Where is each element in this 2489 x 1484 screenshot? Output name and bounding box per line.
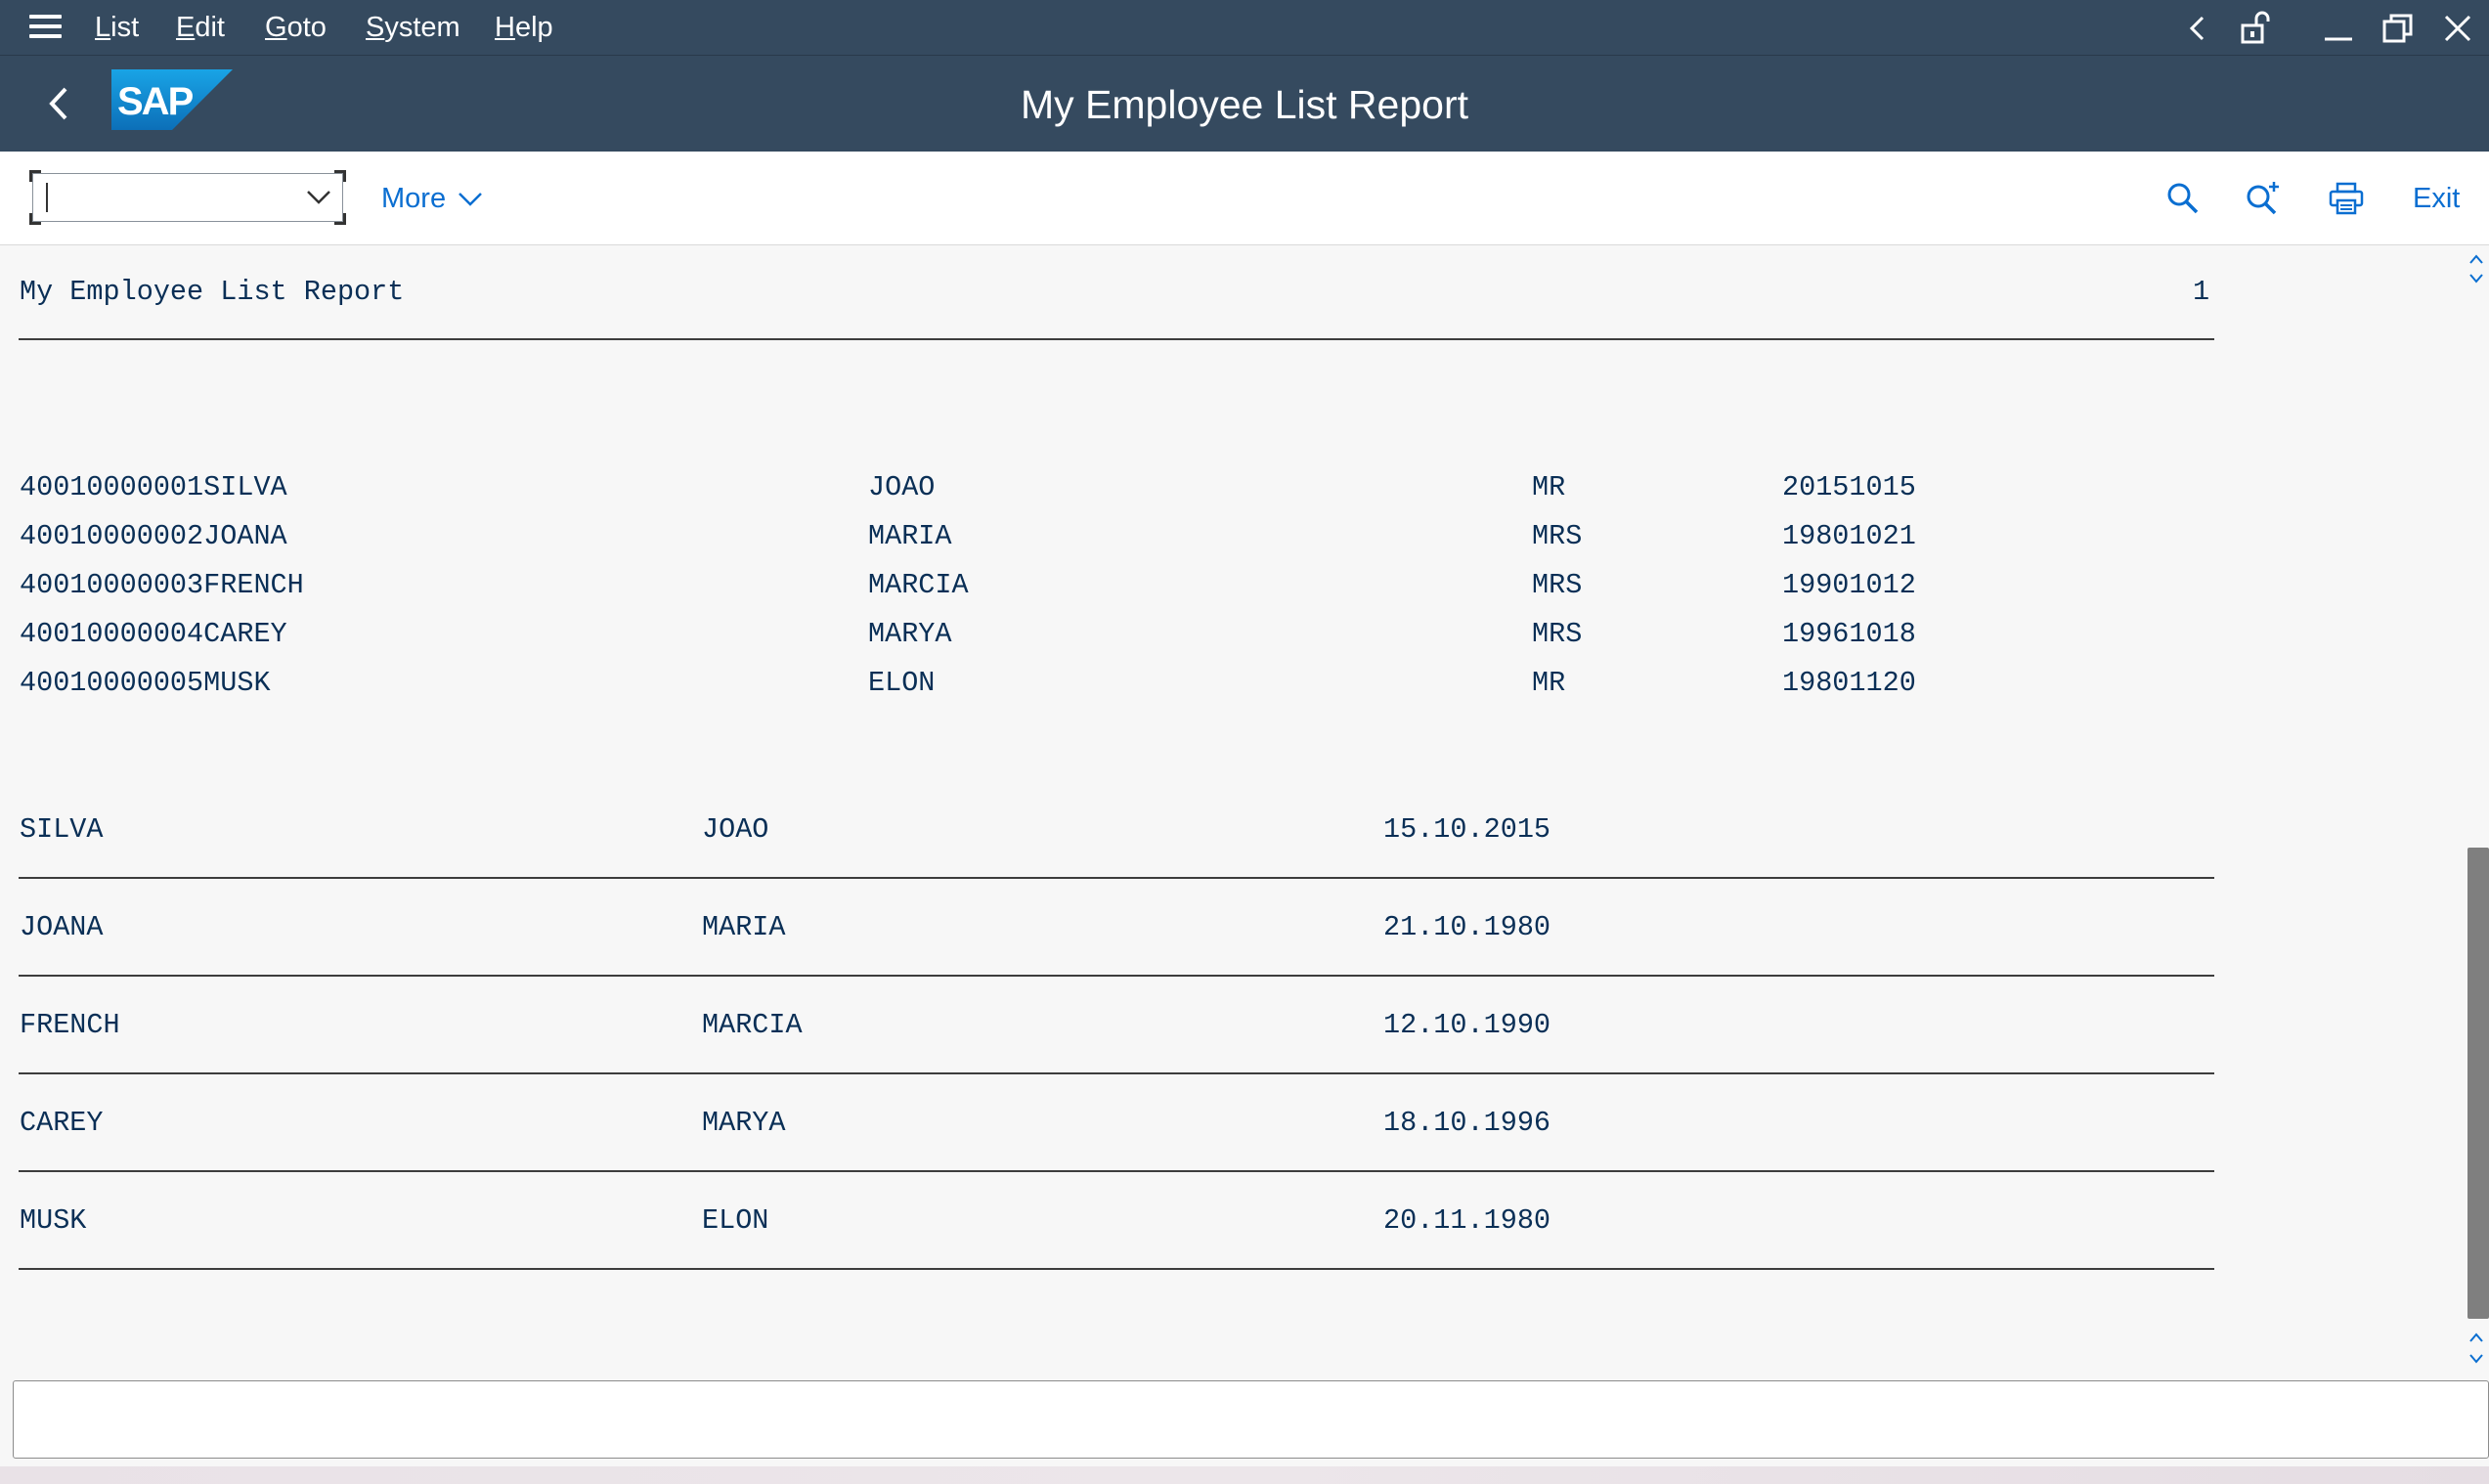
print-icon (2329, 182, 2364, 215)
raw-id-name: 40010000002JOANA (20, 520, 287, 552)
hamburger-menu-icon[interactable] (29, 15, 62, 39)
first-name: JOAO (702, 813, 769, 846)
restore-icon[interactable] (2374, 0, 2423, 56)
row-divider (19, 975, 2214, 977)
row-divider (19, 1170, 2214, 1172)
search-next-icon (2247, 182, 2279, 215)
last-name: SILVA (20, 813, 104, 846)
birth-date: 18.10.1996 (1383, 1107, 1551, 1139)
raw-id-name: 40010000005MUSK (20, 667, 271, 699)
last-name: JOANA (20, 911, 104, 943)
scroll-page-down-icon[interactable] (2467, 1348, 2486, 1368)
menu-item-goto[interactable]: Goto (265, 10, 327, 45)
scroll-up-icon[interactable] (2467, 250, 2486, 270)
page-title: My Employee List Report (1020, 82, 1468, 127)
search-icon (2167, 183, 2199, 214)
birth-date: 21.10.1980 (1383, 911, 1551, 943)
last-name: CAREY (20, 1107, 104, 1139)
birth-date: 20.11.1980 (1383, 1204, 1551, 1237)
last-name: MUSK (20, 1204, 87, 1237)
raw-date: 19901012 (1782, 569, 1916, 601)
first-name: ELON (702, 1204, 769, 1237)
command-field[interactable] (29, 170, 346, 225)
title-bar: SAP My Employee List Report (0, 56, 2489, 152)
raw-id-name: 40010000003FRENCH (20, 569, 304, 601)
exit-button[interactable]: Exit (2413, 181, 2460, 216)
menu-item-system[interactable]: System (366, 10, 460, 45)
more-label: More (381, 183, 447, 214)
row-divider (19, 1268, 2214, 1270)
row-divider (19, 1072, 2214, 1074)
close-icon[interactable] (2433, 0, 2482, 56)
lock-icon[interactable] (2232, 0, 2281, 56)
first-name: MARCIA (702, 1009, 803, 1041)
menu-item-list[interactable]: List (95, 10, 139, 45)
status-bar (13, 1380, 2489, 1459)
birth-date: 12.10.1990 (1383, 1009, 1551, 1041)
raw-id-name: 40010000001SILVA (20, 471, 287, 503)
scroll-down-icon[interactable] (2467, 268, 2486, 287)
scroll-thumb[interactable] (2467, 848, 2489, 1319)
first-name: MARIA (702, 911, 786, 943)
chevron-down-icon (458, 193, 482, 206)
raw-date: 19801120 (1782, 667, 1916, 699)
search-button[interactable] (2162, 177, 2205, 220)
collapse-chevron-icon[interactable] (2173, 0, 2222, 56)
raw-title: MR (1532, 667, 1566, 699)
raw-title: MRS (1532, 569, 1583, 601)
raw-date: 20151015 (1782, 471, 1916, 503)
report-title: My Employee List Report (20, 276, 405, 308)
raw-first-name: ELON (868, 667, 936, 699)
scroll-page-up-icon[interactable] (2467, 1329, 2486, 1348)
application-toolbar: More Exit (0, 152, 2489, 245)
menu-item-edit[interactable]: Edit (176, 10, 225, 45)
header-divider (19, 338, 2214, 340)
search-next-button[interactable] (2242, 177, 2285, 220)
last-name: FRENCH (20, 1009, 120, 1041)
menu-bar: List Edit Goto System Help (0, 0, 2489, 56)
raw-title: MR (1532, 471, 1566, 503)
chevron-down-icon[interactable] (305, 186, 332, 207)
report-list: My Employee List Report 1 40010000001SIL… (0, 246, 2464, 1375)
row-divider (19, 877, 2214, 879)
birth-date: 15.10.2015 (1383, 813, 1551, 846)
menu-item-help[interactable]: Help (495, 10, 553, 45)
minimize-icon[interactable] (2314, 0, 2363, 56)
vertical-scrollbar[interactable] (2464, 246, 2489, 1375)
raw-id-name: 40010000004CAREY (20, 618, 287, 650)
raw-first-name: MARYA (868, 618, 952, 650)
print-button[interactable] (2325, 177, 2368, 220)
raw-title: MRS (1532, 520, 1583, 552)
first-name: MARYA (702, 1107, 786, 1139)
text-caret (46, 183, 48, 212)
more-button[interactable]: More (381, 181, 483, 216)
raw-first-name: MARCIA (868, 569, 969, 601)
raw-first-name: JOAO (868, 471, 936, 503)
raw-date: 19961018 (1782, 618, 1916, 650)
page-number: 1 (2193, 276, 2210, 308)
raw-first-name: MARIA (868, 520, 952, 552)
raw-title: MRS (1532, 618, 1583, 650)
taskbar-strip (0, 1466, 2489, 1484)
raw-date: 19801021 (1782, 520, 1916, 552)
